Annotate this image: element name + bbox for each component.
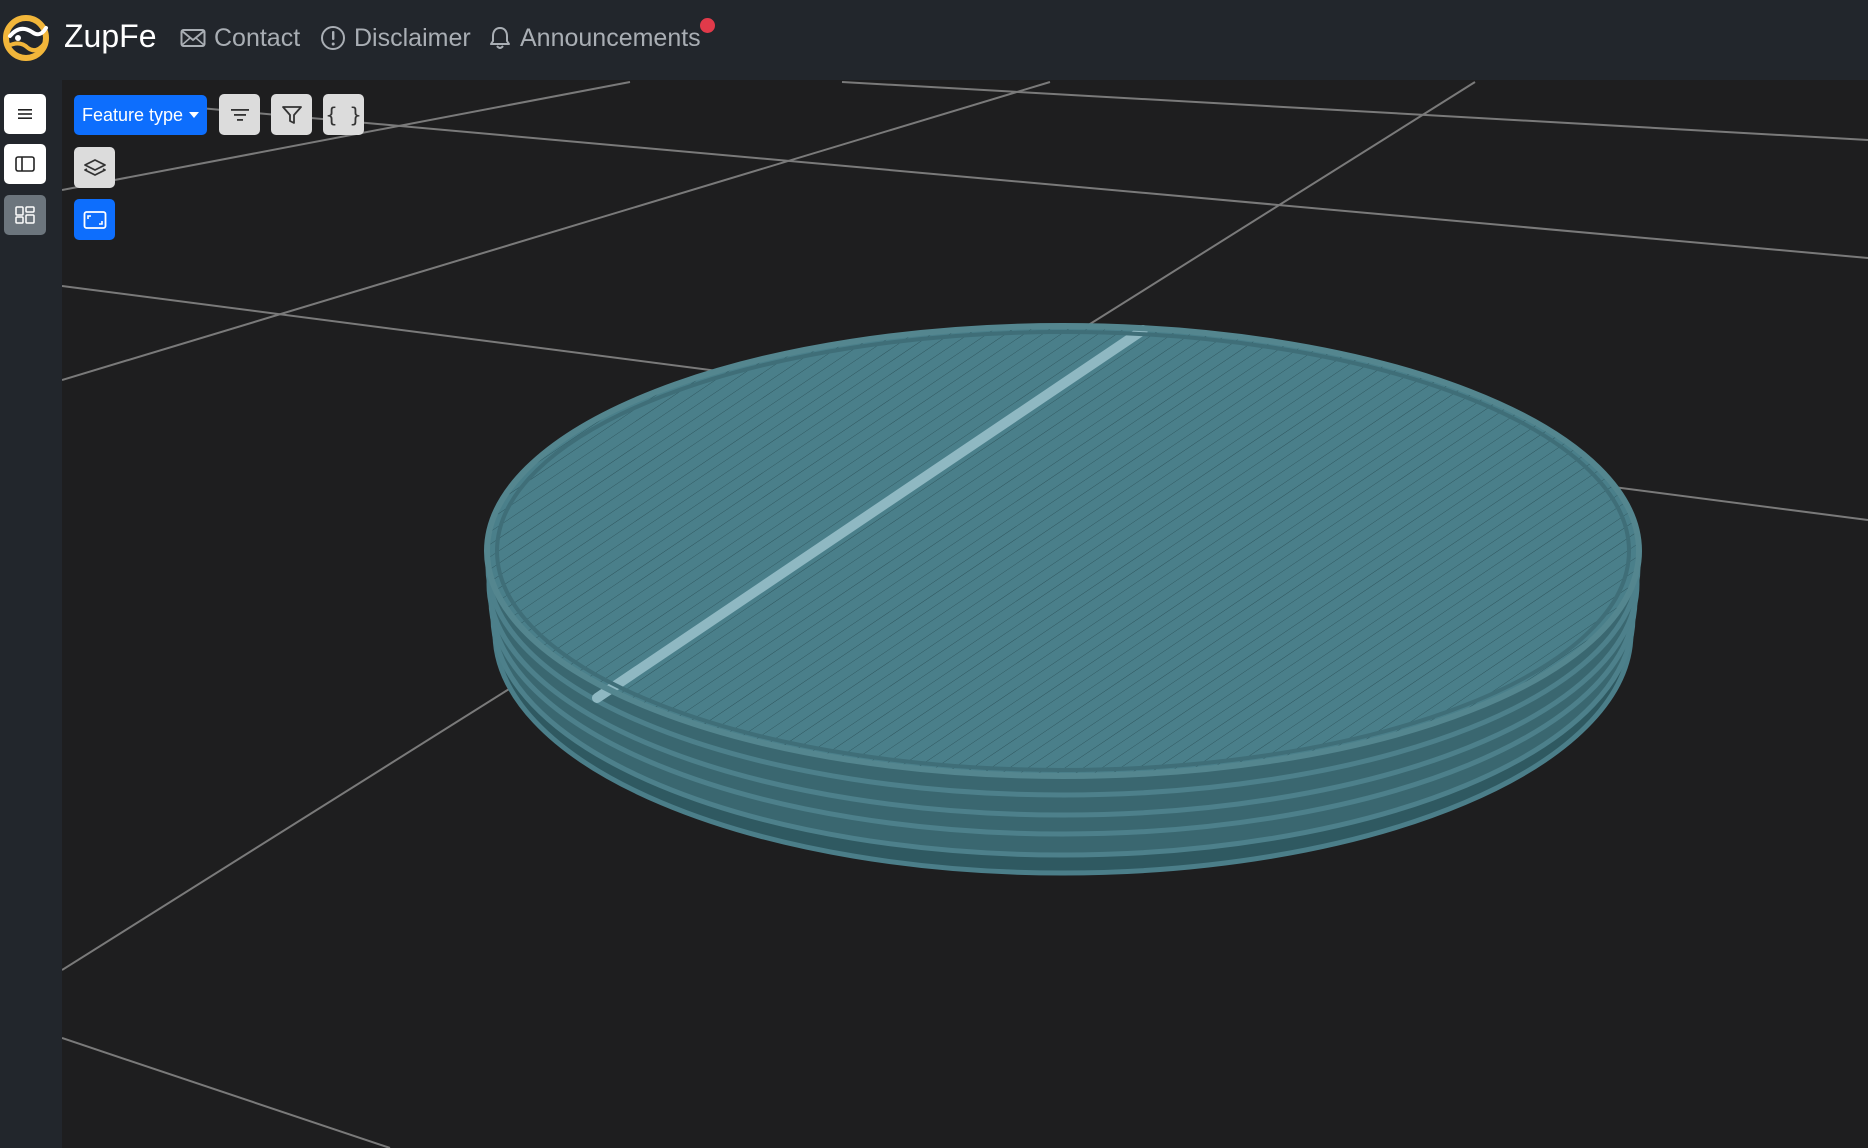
frame-icon xyxy=(83,210,106,229)
json-button[interactable]: { } xyxy=(323,94,364,135)
brand-name[interactable]: ZupFe xyxy=(64,16,156,56)
json-braces-icon: { } xyxy=(325,102,362,127)
sidebar-panel-button[interactable] xyxy=(4,144,46,184)
nav-disclaimer[interactable]: Disclaimer xyxy=(320,20,471,56)
feature-type-label: Feature type xyxy=(81,104,184,125)
filter-icon xyxy=(281,105,302,124)
nav-announcements-label: Announcements xyxy=(520,23,701,52)
sort-icon xyxy=(230,108,249,121)
exclamation-circle-icon xyxy=(321,26,345,50)
sidebar xyxy=(0,80,62,1148)
frame-view-button[interactable] xyxy=(74,199,115,240)
notification-dot xyxy=(700,18,715,33)
3d-viewport[interactable] xyxy=(62,80,1868,1148)
top-navbar: ZupFe Contact Disclaimer Announcements xyxy=(0,0,1868,80)
caret-down-icon xyxy=(189,112,200,118)
filter-button[interactable] xyxy=(271,94,312,135)
print-model xyxy=(484,323,1642,876)
dashboard-icon xyxy=(15,206,35,224)
sidebar-dashboard-button[interactable] xyxy=(4,195,46,235)
bell-icon xyxy=(490,27,510,49)
menu-icon xyxy=(18,109,32,119)
layers-icon xyxy=(83,158,106,176)
nav-disclaimer-label: Disclaimer xyxy=(354,23,471,52)
sort-button[interactable] xyxy=(219,94,260,135)
nav-contact[interactable]: Contact xyxy=(180,20,300,56)
nav-announcements[interactable]: Announcements xyxy=(488,20,701,56)
panel-icon xyxy=(15,156,35,172)
envelope-icon xyxy=(180,29,206,47)
feature-type-dropdown[interactable]: Feature type xyxy=(74,95,207,135)
sidebar-menu-button[interactable] xyxy=(4,94,46,134)
nav-contact-label: Contact xyxy=(214,23,301,52)
layers-button[interactable] xyxy=(74,147,115,188)
scene-canvas[interactable] xyxy=(62,80,1868,1148)
logo-icon[interactable] xyxy=(2,14,50,62)
